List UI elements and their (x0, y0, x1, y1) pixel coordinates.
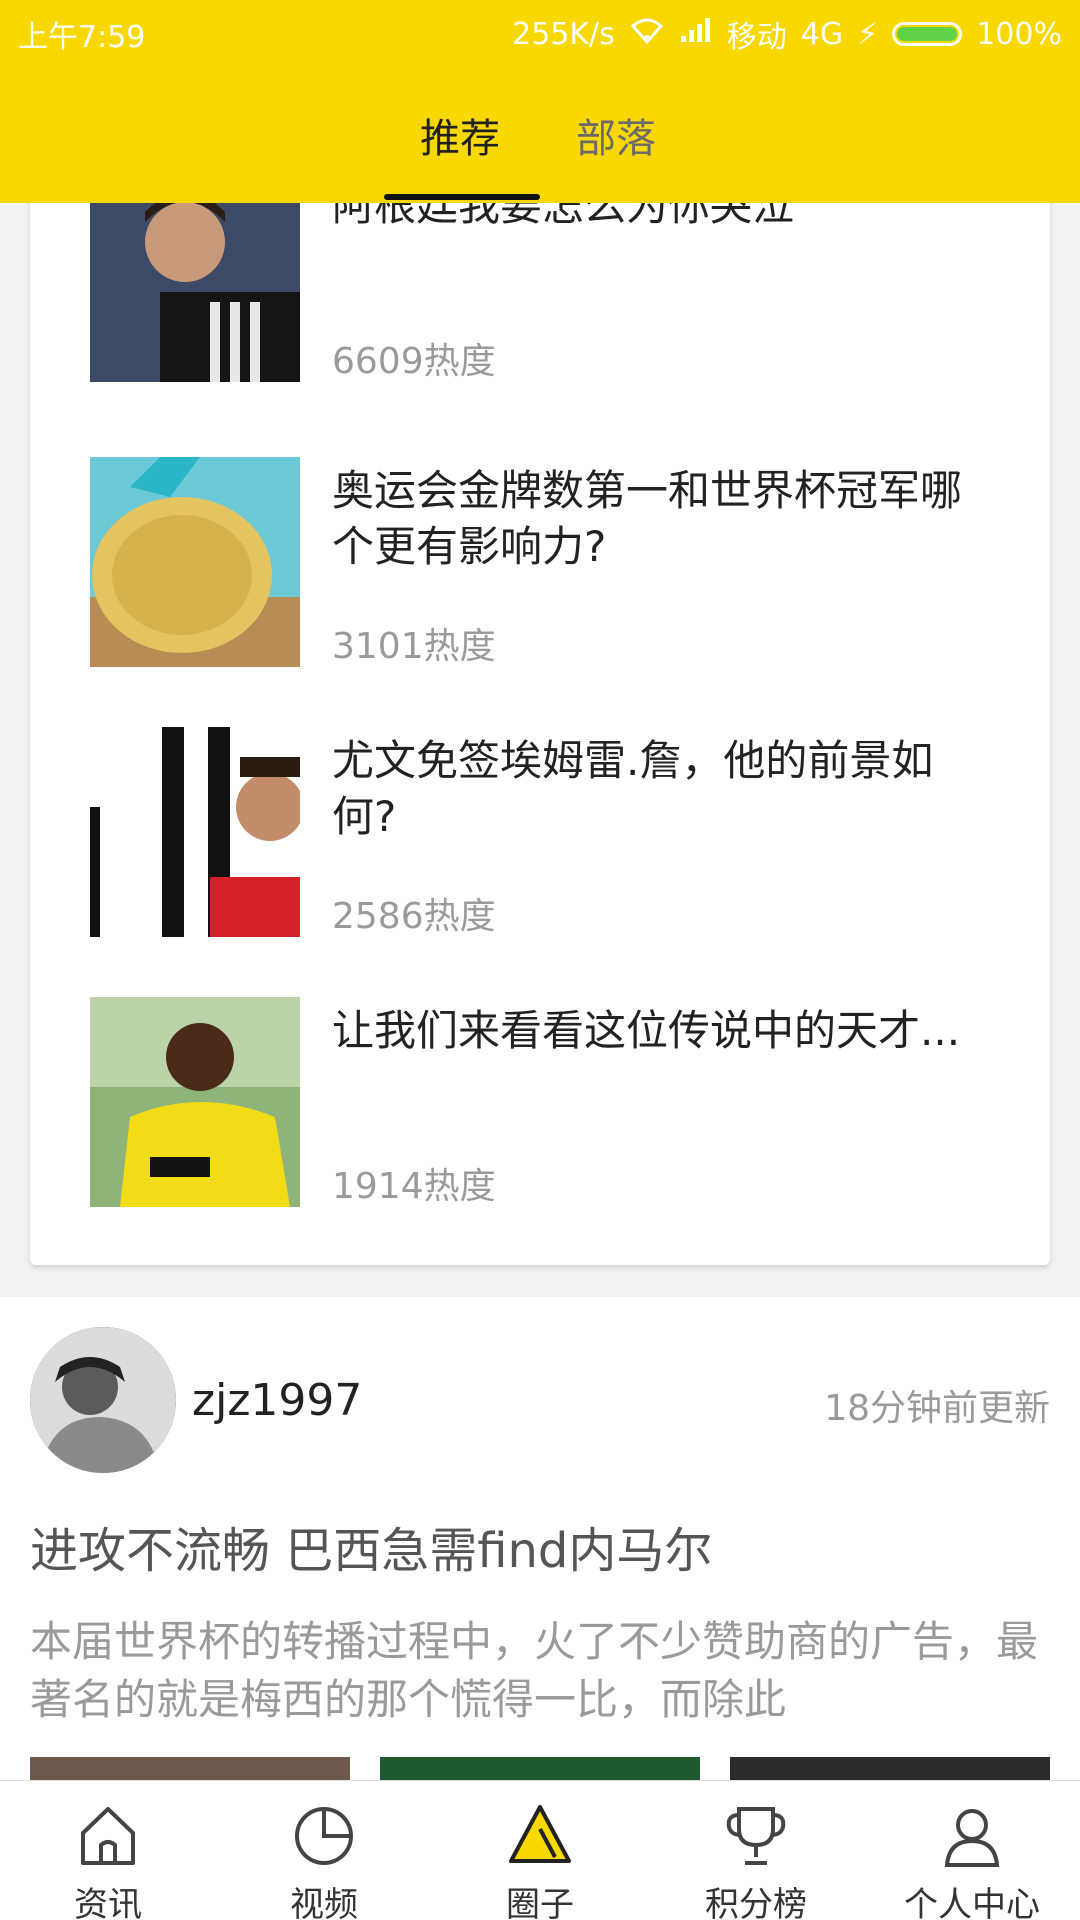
nav-circle[interactable]: 圈子 (432, 1781, 648, 1920)
nav-video[interactable]: 视频 (216, 1781, 432, 1920)
nav-label: 视频 (290, 1885, 358, 1920)
signal-icon (679, 16, 713, 52)
nav-label: 圈子 (506, 1885, 574, 1920)
item-heat: 6609热度 (332, 341, 496, 382)
status-time: 上午7:59 (18, 20, 146, 55)
recommend-card: 阿根廷我要怎么为你哭泣 6609热度 奥运会金牌数第一和世界杯冠军哪个更有影响力… (30, 150, 1050, 1265)
item-heat: 1914热度 (332, 1166, 496, 1207)
network-speed: 255K/s (512, 16, 615, 52)
list-item[interactable]: 阿根廷我要怎么为你哭泣 6609热度 (90, 172, 990, 382)
list-item[interactable]: 奥运会金牌数第一和世界杯冠军哪个更有影响力? 3101热度 (90, 457, 990, 667)
tab-indicator (384, 194, 540, 200)
charging-icon: ⚡ (857, 16, 879, 52)
bottom-nav: 资讯 视频 圈子 积分榜 个人中心 (0, 1780, 1080, 1920)
carrier-label: 移动 (726, 20, 787, 55)
network-type: 4G (800, 16, 844, 52)
item-title: 让我们来看看这位传说中的天才... (332, 1006, 961, 1055)
tab-recommend[interactable]: 推荐 (420, 106, 500, 164)
list-item[interactable]: 尤文免签埃姆雷.詹，他的前景如何? 2586热度 (90, 727, 990, 937)
trophy-icon (726, 1807, 786, 1865)
post-body: 本届世界杯的转播过程中，火了不少赞助商的广告，最著名的就是梅西的那个慌得一比，而… (30, 1617, 1039, 1724)
nav-label: 积分榜 (705, 1885, 807, 1920)
triangle-icon (509, 1805, 571, 1863)
post-card[interactable]: zjz1997 18分钟前更新 进攻不流畅 巴西急需find内马尔 本届世界杯的… (0, 1297, 1080, 1787)
post-updated: 18分钟前更新 (824, 1388, 1050, 1429)
list-item[interactable]: 让我们来看看这位传说中的天才... 1914热度 (90, 997, 990, 1207)
gold-medal-photo (90, 457, 300, 667)
nav-standings[interactable]: 积分榜 (648, 1781, 864, 1920)
user-icon (944, 1809, 1000, 1867)
home-icon (81, 1807, 135, 1865)
messi-photo (90, 172, 300, 382)
juventus-player-photo (90, 727, 300, 937)
status-right: 255K/s 移动 4G ⚡ 100% (512, 12, 1062, 56)
post-title[interactable]: 进攻不流畅 巴西急需find内马尔 (30, 1511, 712, 1581)
item-title: 尤文免签埃姆雷.詹，他的前景如何? (332, 736, 934, 841)
nav-label: 资讯 (74, 1885, 142, 1920)
nav-news[interactable]: 资讯 (0, 1781, 216, 1920)
status-bar: 上午7:59 255K/s 移动 4G ⚡ 100% (0, 0, 1080, 64)
nav-profile[interactable]: 个人中心 (864, 1781, 1080, 1920)
young-player-photo (90, 997, 300, 1207)
battery-icon (892, 22, 963, 46)
avatar[interactable] (30, 1327, 176, 1473)
item-title: 奥运会金牌数第一和世界杯冠军哪个更有影响力? (332, 466, 963, 571)
pie-icon (295, 1807, 353, 1865)
wifi-icon (629, 16, 665, 52)
post-username[interactable]: zjz1997 (192, 1375, 362, 1426)
top-bar: 上午7:59 255K/s 移动 4G ⚡ 100% 推荐 部落 (0, 0, 1080, 203)
battery-percent: 100% (976, 16, 1062, 52)
item-heat: 2586热度 (332, 896, 496, 937)
tab-tribe[interactable]: 部落 (576, 106, 656, 164)
item-heat: 3101热度 (332, 626, 496, 667)
nav-label: 个人中心 (904, 1885, 1040, 1920)
